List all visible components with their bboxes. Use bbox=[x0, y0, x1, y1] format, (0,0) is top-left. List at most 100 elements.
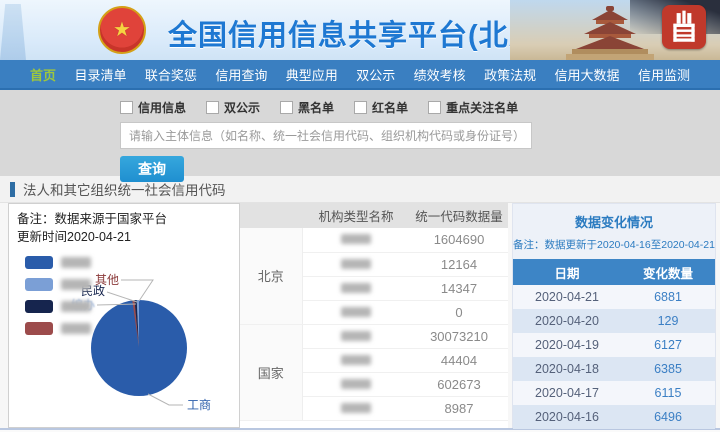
site-title: 全国信用信息共享平台(北京) bbox=[168, 12, 549, 54]
nav-item-big-data[interactable]: 信用大数据 bbox=[555, 65, 620, 84]
table-row: 北京 1604690 bbox=[240, 228, 508, 252]
legend-item bbox=[25, 278, 91, 291]
checkbox-redlist[interactable]: 红名单 bbox=[354, 99, 408, 116]
checkbox-icon[interactable] bbox=[206, 101, 219, 114]
nav-item-credit-query[interactable]: 信用查询 bbox=[215, 65, 267, 84]
legend-label-blurred bbox=[61, 279, 91, 290]
temple-of-heaven-icon bbox=[562, 4, 658, 60]
value-header: 统一代码数据量 bbox=[410, 203, 508, 228]
legend-swatch bbox=[25, 256, 53, 269]
page-header: ★ 全国信用信息共享平台(北京) bbox=[0, 0, 720, 60]
nav-item-performance[interactable]: 绩效考核 bbox=[414, 65, 466, 84]
changes-row: 2020-04-20 129 bbox=[513, 309, 715, 333]
group-cell-national: 国家 bbox=[240, 324, 302, 420]
chart-legend bbox=[25, 256, 91, 335]
legend-label-blurred bbox=[61, 301, 91, 312]
type-header: 机构类型名称 bbox=[302, 203, 410, 228]
section-title: 法人和其它组织统一社会信用代码 bbox=[23, 179, 226, 199]
change-value-cell: 6496 bbox=[621, 405, 715, 429]
search-section: 信用信息 双公示 黑名单 红名单 重点关注名单 查询 bbox=[0, 90, 720, 176]
change-value-cell: 6385 bbox=[621, 357, 715, 381]
value-cell: 44404 bbox=[410, 348, 508, 372]
checkbox-watchlist[interactable]: 重点关注名单 bbox=[428, 99, 518, 116]
type-cell-blurred bbox=[302, 348, 410, 372]
value-cell: 30073210 bbox=[410, 324, 508, 348]
checkbox-icon[interactable] bbox=[354, 101, 367, 114]
legend-label-blurred bbox=[61, 323, 91, 334]
chart-source-note: 备注：数据来源于国家平台 bbox=[17, 210, 231, 228]
checkbox-row: 信用信息 双公示 黑名单 红名单 重点关注名单 bbox=[120, 97, 720, 117]
checkbox-blacklist[interactable]: 黑名单 bbox=[280, 99, 334, 116]
date-cell: 2020-04-18 bbox=[513, 357, 621, 381]
checkbox-icon[interactable] bbox=[280, 101, 293, 114]
star-icon: ★ bbox=[113, 20, 131, 40]
type-cell-blurred bbox=[302, 228, 410, 252]
changes-row: 2020-04-17 6115 bbox=[513, 381, 715, 405]
changes-note: 备注：数据更新于2020-04-16至2020-04-21 bbox=[513, 231, 715, 259]
beijing-seal-icon bbox=[662, 5, 706, 49]
type-cell-blurred bbox=[302, 300, 410, 324]
subject-search-input[interactable] bbox=[120, 122, 532, 149]
changes-title: 数据变化情况 bbox=[513, 204, 715, 231]
group-cell-beijing: 北京 bbox=[240, 228, 302, 324]
change-count-header: 变化数量 bbox=[621, 259, 715, 285]
legend-item bbox=[25, 322, 91, 335]
change-value-cell: 6881 bbox=[621, 285, 715, 309]
type-cell-blurred bbox=[302, 252, 410, 276]
table-row: 国家 30073210 bbox=[240, 324, 508, 348]
legend-item bbox=[25, 300, 91, 313]
nav-item-typical-apps[interactable]: 典型应用 bbox=[286, 65, 338, 84]
legend-swatch bbox=[25, 300, 53, 313]
table-header-row: 机构类型名称 统一代码数据量 bbox=[240, 203, 508, 228]
pie-chart: 其他 民政 编办 工商 bbox=[17, 248, 231, 420]
changes-row: 2020-04-16 6496 bbox=[513, 405, 715, 429]
temple-photo bbox=[510, 0, 720, 60]
date-header: 日期 bbox=[513, 259, 621, 285]
change-value-cell: 6127 bbox=[621, 333, 715, 357]
value-cell: 602673 bbox=[410, 372, 508, 396]
building-decoration bbox=[0, 4, 26, 60]
changes-row: 2020-04-19 6127 bbox=[513, 333, 715, 357]
type-cell-blurred bbox=[302, 276, 410, 300]
nav-item-catalog[interactable]: 目录清单 bbox=[74, 65, 126, 84]
nav-item-joint-rewards[interactable]: 联合奖惩 bbox=[145, 65, 197, 84]
value-cell: 0 bbox=[410, 300, 508, 324]
change-value-cell: 6115 bbox=[621, 381, 715, 405]
changes-row: 2020-04-18 6385 bbox=[513, 357, 715, 381]
nav-item-policies[interactable]: 政策法规 bbox=[484, 65, 536, 84]
type-cell-blurred bbox=[302, 324, 410, 348]
changes-header-row: 日期 变化数量 bbox=[513, 259, 715, 285]
checkbox-label: 黑名单 bbox=[298, 99, 334, 116]
date-cell: 2020-04-20 bbox=[513, 309, 621, 333]
date-cell: 2020-04-19 bbox=[513, 333, 621, 357]
checkbox-label: 双公示 bbox=[224, 99, 260, 116]
nav-item-monitoring[interactable]: 信用监测 bbox=[638, 65, 690, 84]
section-tick-icon bbox=[10, 182, 15, 197]
checkbox-label: 信用信息 bbox=[138, 99, 186, 116]
group-header bbox=[240, 203, 302, 228]
value-cell: 1604690 bbox=[410, 228, 508, 252]
date-cell: 2020-04-17 bbox=[513, 381, 621, 405]
checkbox-icon[interactable] bbox=[120, 101, 133, 114]
type-cell-blurred bbox=[302, 396, 410, 420]
main-nav: 首页 目录清单 联合奖惩 信用查询 典型应用 双公示 绩效考核 政策法规 信用大… bbox=[0, 60, 720, 90]
china-national-emblem-icon: ★ bbox=[98, 6, 146, 54]
checkbox-icon[interactable] bbox=[428, 101, 441, 114]
date-cell: 2020-04-21 bbox=[513, 285, 621, 309]
legend-swatch bbox=[25, 322, 53, 335]
pie-chart-panel: 备注：数据来源于国家平台 更新时间2020-04-21 bbox=[8, 203, 240, 428]
changes-row: 2020-04-21 6881 bbox=[513, 285, 715, 309]
dashboard-content: 备注：数据来源于国家平台 更新时间2020-04-21 bbox=[0, 203, 720, 430]
code-stats-table: 机构类型名称 统一代码数据量 北京 1604690 12164 14347 0 bbox=[240, 203, 508, 428]
legend-item bbox=[25, 256, 91, 269]
value-cell: 14347 bbox=[410, 276, 508, 300]
checkbox-credit-info[interactable]: 信用信息 bbox=[120, 99, 186, 116]
legend-label-blurred bbox=[61, 257, 91, 268]
legend-swatch bbox=[25, 278, 53, 291]
checkbox-double-publicity[interactable]: 双公示 bbox=[206, 99, 260, 116]
chart-update-time: 更新时间2020-04-21 bbox=[17, 228, 231, 246]
nav-item-double-publicity[interactable]: 双公示 bbox=[356, 65, 395, 84]
nav-item-home[interactable]: 首页 bbox=[30, 65, 56, 84]
pie-label-gongshang: 工商 bbox=[187, 397, 211, 412]
value-cell: 8987 bbox=[410, 396, 508, 420]
